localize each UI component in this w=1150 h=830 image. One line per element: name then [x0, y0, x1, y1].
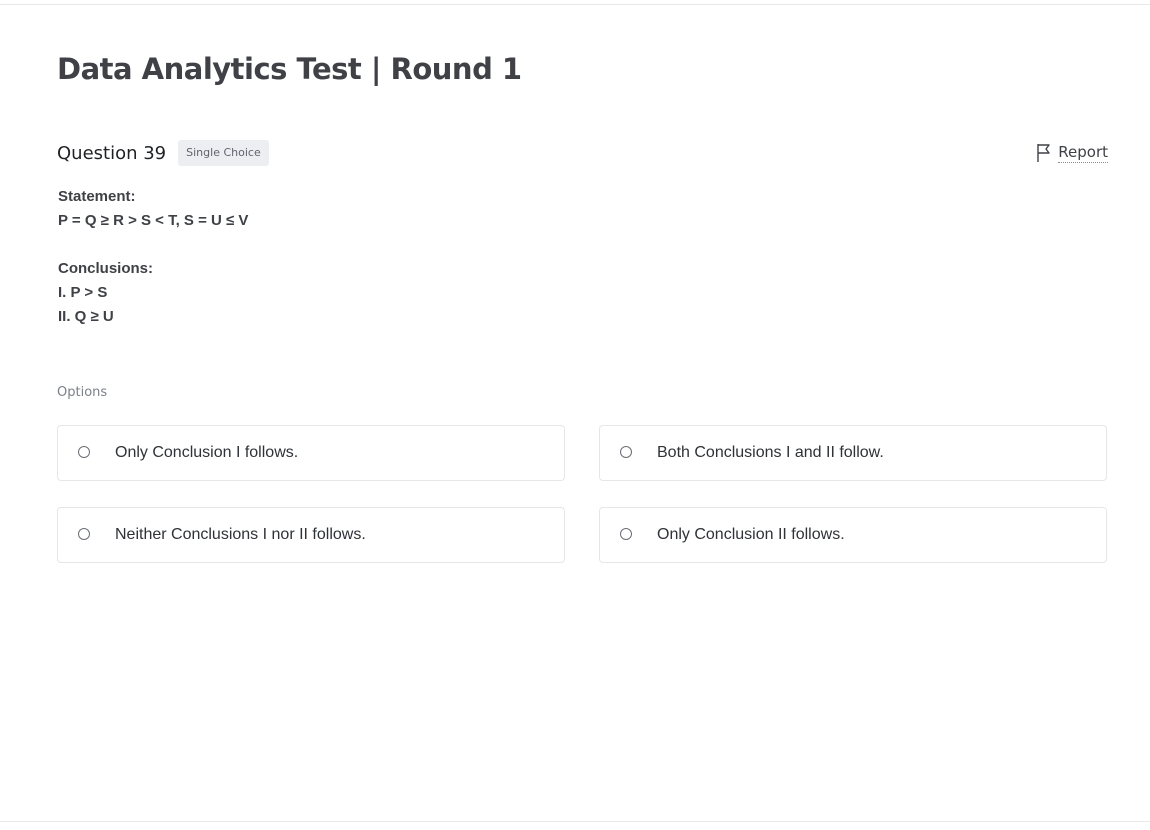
- bottom-divider: [0, 821, 1150, 822]
- question-body: Statement: P = Q ≥ R > S < T, S = U ≤ V …: [58, 185, 248, 329]
- flag-icon: [1036, 143, 1052, 163]
- option-card-3[interactable]: Neither Conclusions I nor II follows.: [57, 507, 565, 563]
- option-card-1[interactable]: Only Conclusion I follows.: [57, 425, 565, 481]
- radio-unchecked-icon[interactable]: [78, 446, 90, 458]
- question-header: Question 39 Single Choice: [57, 139, 269, 167]
- option-card-2[interactable]: Both Conclusions I and II follow.: [599, 425, 1107, 481]
- top-divider: [0, 4, 1150, 5]
- option-label: Both Conclusions I and II follow.: [657, 444, 884, 461]
- report-button[interactable]: Report: [1036, 141, 1108, 165]
- conclusion-item: II. Q ≥ U: [58, 308, 114, 325]
- page-title: Data Analytics Test | Round 1: [57, 52, 522, 86]
- option-label: Only Conclusion II follows.: [657, 526, 845, 543]
- statement-heading: Statement:: [58, 188, 136, 205]
- conclusion-item: I. P > S: [58, 284, 108, 301]
- option-label: Only Conclusion I follows.: [115, 444, 299, 461]
- question-number: Question 39: [57, 142, 167, 164]
- options-heading: Options: [57, 385, 108, 400]
- question-type-badge: Single Choice: [178, 140, 269, 166]
- report-label: Report: [1058, 143, 1108, 163]
- statement-text: P = Q ≥ R > S < T, S = U ≤ V: [58, 212, 249, 229]
- option-label: Neither Conclusions I nor II follows.: [115, 526, 366, 543]
- radio-unchecked-icon[interactable]: [620, 528, 632, 540]
- option-card-4[interactable]: Only Conclusion II follows.: [599, 507, 1107, 563]
- radio-unchecked-icon[interactable]: [620, 446, 632, 458]
- radio-unchecked-icon[interactable]: [78, 528, 90, 540]
- conclusions-heading: Conclusions:: [58, 260, 154, 277]
